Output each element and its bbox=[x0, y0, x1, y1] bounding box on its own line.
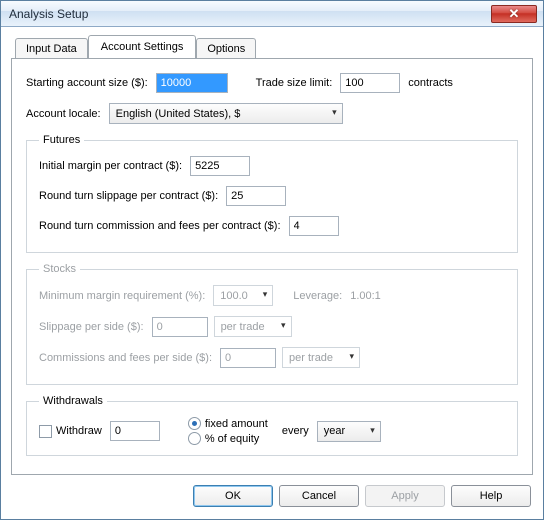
stocks-commission-label: Commissions and fees per side ($): bbox=[39, 352, 212, 364]
min-margin-select: 100.0 bbox=[213, 285, 273, 306]
futures-commission-label: Round turn commission and fees per contr… bbox=[39, 220, 281, 232]
account-locale-select[interactable]: English (United States), $ bbox=[109, 103, 343, 124]
futures-slippage-input[interactable] bbox=[226, 186, 286, 206]
starting-account-label: Starting account size ($): bbox=[26, 77, 148, 89]
tab-panel: Starting account size ($): Trade size li… bbox=[11, 58, 533, 475]
close-button[interactable]: ✕ bbox=[491, 5, 537, 23]
withdraw-label: Withdraw bbox=[56, 425, 102, 437]
account-locale-value: English (United States), $ bbox=[116, 108, 241, 120]
window-title: Analysis Setup bbox=[9, 7, 489, 21]
pct-equity-radio[interactable] bbox=[188, 432, 201, 445]
period-select[interactable]: year bbox=[317, 421, 381, 442]
futures-slippage-label: Round turn slippage per contract ($): bbox=[39, 190, 218, 202]
initial-margin-label: Initial margin per contract ($): bbox=[39, 160, 182, 172]
every-label: every bbox=[282, 425, 309, 437]
leverage-value: 1.00:1 bbox=[350, 290, 381, 302]
period-value: year bbox=[324, 425, 345, 437]
stocks-group: Stocks Minimum margin requirement (%): 1… bbox=[26, 263, 518, 385]
withdraw-amount-input[interactable] bbox=[110, 421, 160, 441]
futures-legend: Futures bbox=[39, 134, 84, 146]
content: Input Data Account Settings Options Star… bbox=[1, 27, 543, 475]
stocks-slippage-label: Slippage per side ($): bbox=[39, 321, 144, 333]
withdraw-checkbox[interactable] bbox=[39, 425, 52, 438]
trade-size-limit-label: Trade size limit: bbox=[256, 77, 333, 89]
min-margin-label: Minimum margin requirement (%): bbox=[39, 290, 205, 302]
stocks-commission-mode: per trade bbox=[282, 347, 360, 368]
close-icon: ✕ bbox=[509, 6, 520, 22]
ok-button[interactable]: OK bbox=[193, 485, 273, 507]
initial-margin-input[interactable] bbox=[190, 156, 250, 176]
row-locale: Account locale: English (United States),… bbox=[26, 103, 518, 124]
row-starting-trade: Starting account size ($): Trade size li… bbox=[26, 73, 518, 93]
apply-button: Apply bbox=[365, 485, 445, 507]
leverage-label: Leverage: bbox=[293, 290, 342, 302]
min-margin-value: 100.0 bbox=[220, 290, 248, 302]
fixed-amount-radio[interactable] bbox=[188, 417, 201, 430]
account-locale-label: Account locale: bbox=[26, 108, 101, 120]
stocks-slippage-mode: per trade bbox=[214, 316, 292, 337]
footer: OK Cancel Apply Help bbox=[1, 475, 543, 519]
trade-size-limit-input[interactable] bbox=[340, 73, 400, 93]
futures-commission-input[interactable] bbox=[289, 216, 339, 236]
tab-input-data[interactable]: Input Data bbox=[15, 38, 88, 59]
withdrawals-group: Withdrawals Withdraw fixed amount % of e… bbox=[26, 395, 518, 456]
stocks-slippage-input bbox=[152, 317, 208, 337]
tab-account-settings[interactable]: Account Settings bbox=[88, 35, 197, 58]
pct-equity-label: % of equity bbox=[205, 433, 259, 445]
trade-size-units: contracts bbox=[408, 77, 453, 89]
fixed-amount-label: fixed amount bbox=[205, 418, 268, 430]
titlebar: Analysis Setup ✕ bbox=[1, 1, 543, 27]
stocks-commission-input bbox=[220, 348, 276, 368]
tab-options[interactable]: Options bbox=[196, 38, 256, 59]
starting-account-input[interactable] bbox=[156, 73, 228, 93]
cancel-button[interactable]: Cancel bbox=[279, 485, 359, 507]
window-buttons: ✕ bbox=[489, 5, 537, 23]
help-button[interactable]: Help bbox=[451, 485, 531, 507]
futures-group: Futures Initial margin per contract ($):… bbox=[26, 134, 518, 253]
withdrawals-legend: Withdrawals bbox=[39, 395, 107, 407]
tabs: Input Data Account Settings Options bbox=[11, 35, 533, 58]
stocks-legend: Stocks bbox=[39, 263, 80, 275]
